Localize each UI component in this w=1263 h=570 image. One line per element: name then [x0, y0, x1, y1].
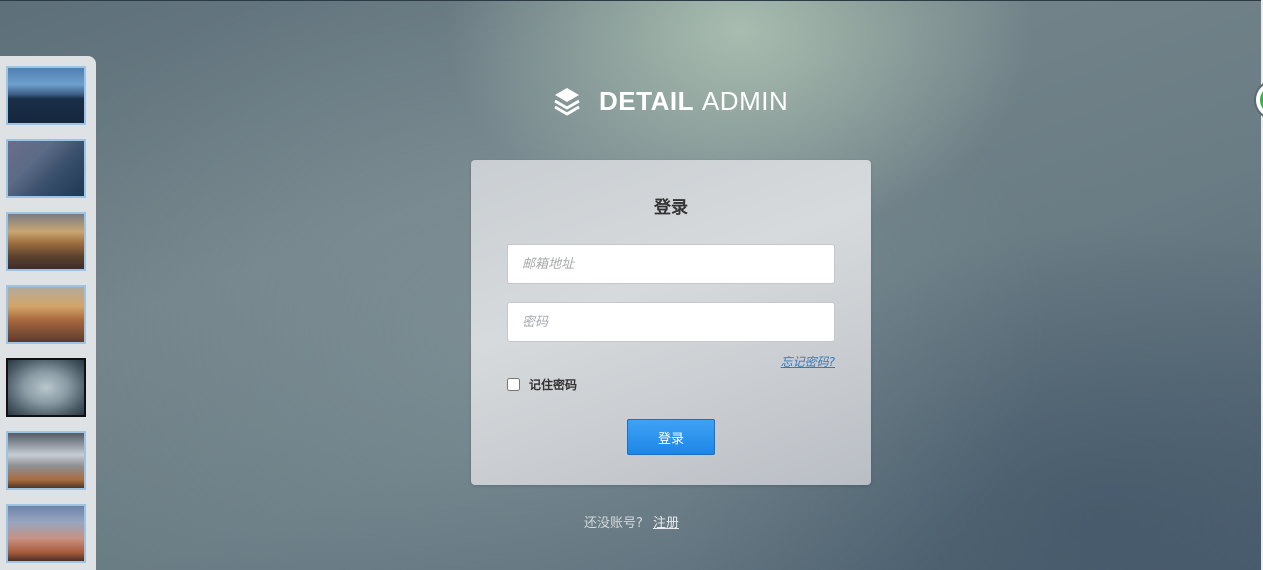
- background-thumbnail-2[interactable]: [6, 139, 86, 198]
- background-thumbnail-4[interactable]: [6, 285, 86, 344]
- background-thumbnail-1[interactable]: [6, 66, 86, 125]
- remember-label: 记住密码: [529, 378, 578, 392]
- thumbnail-image: [8, 287, 84, 342]
- login-button[interactable]: 登录: [627, 419, 715, 455]
- login-panel: 登录 忘记密码? 记住密码 登录: [471, 160, 871, 485]
- remember-checkbox[interactable]: [507, 378, 520, 391]
- thumbnail-image: [8, 360, 84, 415]
- register-link[interactable]: 注册: [653, 516, 679, 531]
- remember-password[interactable]: 记住密码: [507, 376, 577, 393]
- thumbnail-image: [8, 433, 84, 488]
- forgot-password-link[interactable]: 忘记密码?: [781, 353, 835, 370]
- thumbnail-image: [8, 141, 84, 196]
- background-thumbnail-5-selected[interactable]: [6, 358, 86, 417]
- floating-widget-icon[interactable]: [1254, 80, 1263, 120]
- top-border: [0, 0, 1263, 1]
- brand-logo: DETAIL ADMIN: [553, 84, 788, 118]
- login-title: 登录: [654, 198, 688, 218]
- layers-icon: [554, 88, 580, 116]
- thumbnail-image: [8, 68, 84, 123]
- background-thumbnail-3[interactable]: [6, 212, 86, 271]
- register-prompt-text: 还没账号?: [584, 516, 643, 531]
- thumbnail-image: [8, 214, 84, 269]
- email-field[interactable]: [507, 244, 835, 284]
- brand-name-light: ADMIN: [701, 85, 789, 116]
- register-prompt: 还没账号? 注册: [0, 512, 1263, 531]
- background-thumbnail-6[interactable]: [6, 431, 86, 490]
- brand-name-bold: DETAIL: [599, 85, 694, 116]
- password-field[interactable]: [507, 302, 835, 342]
- background-picker: [0, 56, 96, 570]
